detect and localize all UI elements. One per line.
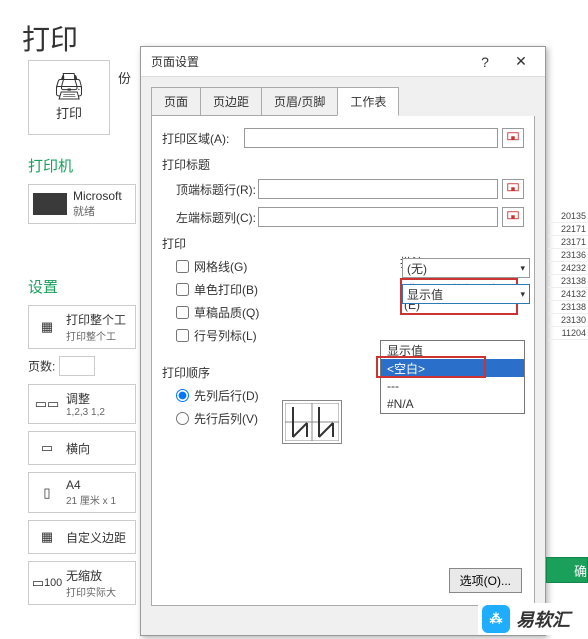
setting-print-what[interactable]: ▦ 打印整个工打印整个工	[28, 305, 136, 349]
order-preview-icon	[282, 400, 342, 444]
print-area-input[interactable]	[244, 128, 498, 148]
setting-papersize[interactable]: ▯ A421 厘米 x 1	[28, 472, 136, 513]
printer-section: 打印机	[28, 155, 138, 176]
ok-button[interactable]: 确	[546, 557, 588, 583]
dialog-title: 页面设置	[147, 53, 467, 70]
comments-select[interactable]: (无)▾	[402, 258, 530, 278]
logo-icon: ⁂	[482, 605, 510, 633]
copies-label: 份	[118, 68, 131, 87]
help-button[interactable]: ?	[467, 48, 503, 76]
top-row-label: 顶端标题行(R):	[176, 181, 258, 198]
errors-option-blank[interactable]: <空白>	[381, 359, 524, 377]
print-area-picker[interactable]	[502, 128, 524, 148]
draft-checkbox[interactable]	[176, 306, 189, 319]
print-area-label: 打印区域(A):	[162, 130, 244, 147]
left-col-label: 左端标题列(C):	[176, 209, 258, 226]
errors-option-dashes[interactable]: ---	[381, 377, 524, 395]
preview-peek: 2013522171231712313624232231382413223138…	[548, 210, 588, 340]
down-then-over-radio[interactable]	[176, 389, 189, 402]
over-then-down-radio[interactable]	[176, 412, 189, 425]
tab-page[interactable]: 页面	[151, 87, 201, 116]
bw-checkbox[interactable]	[176, 283, 189, 296]
errors-select[interactable]: 显示值▾	[402, 284, 530, 304]
print-titles-group: 打印标题	[162, 156, 524, 173]
print-button[interactable]: 🖨 打印	[28, 60, 110, 135]
grid-icon: ▦	[34, 316, 60, 338]
errors-option-display[interactable]: 显示值	[381, 341, 524, 359]
tab-margins[interactable]: 页边距	[200, 87, 262, 116]
scaling-icon: ▭100	[34, 572, 60, 594]
chevron-down-icon: ▾	[520, 263, 525, 274]
gridlines-checkbox[interactable]	[176, 260, 189, 273]
page-icon: ▯	[34, 482, 60, 504]
errors-option-na[interactable]: #N/A	[381, 395, 524, 413]
left-col-picker[interactable]	[502, 207, 524, 227]
landscape-icon: ▭	[34, 437, 60, 459]
watermark-logo: ⁂ 易软汇	[478, 603, 574, 635]
top-row-picker[interactable]	[502, 179, 524, 199]
pages-row: 页数:	[28, 356, 138, 376]
settings-section: 设置	[28, 276, 138, 297]
setting-collate[interactable]: ▭▭ 调整1,2,3 1,2	[28, 384, 136, 424]
tab-headerfooter[interactable]: 页眉/页脚	[261, 87, 338, 116]
options-button[interactable]: 选项(O)...	[449, 568, 522, 593]
margins-icon: ▦	[34, 526, 60, 548]
collate-icon: ▭▭	[34, 393, 60, 415]
pages-from-input[interactable]	[59, 356, 95, 376]
rowcol-checkbox[interactable]	[176, 329, 189, 342]
print-group: 打印	[162, 235, 524, 252]
printer-device-icon	[33, 193, 67, 215]
chevron-down-icon: ▾	[520, 289, 525, 300]
printer-select[interactable]: Microsoft 就绪	[28, 184, 136, 224]
close-button[interactable]: ✕	[503, 48, 539, 76]
left-col-input[interactable]	[258, 207, 498, 227]
setting-scaling[interactable]: ▭100 无缩放打印实际大	[28, 561, 136, 605]
errors-dropdown[interactable]: 显示值 <空白> --- #N/A	[380, 340, 525, 414]
printer-icon: 🖨	[47, 73, 91, 99]
top-row-input[interactable]	[258, 179, 498, 199]
setting-orientation[interactable]: ▭ 横向	[28, 431, 136, 465]
tab-sheet[interactable]: 工作表	[337, 87, 399, 116]
setting-margins[interactable]: ▦ 自定义边距	[28, 520, 136, 554]
